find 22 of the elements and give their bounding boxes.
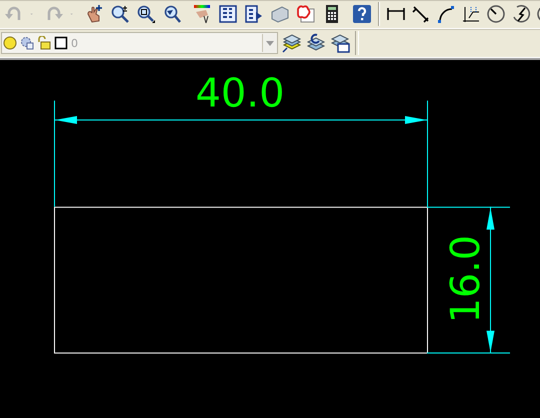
markup-icon[interactable] [296,4,316,24]
properties-grid-icon[interactable] [218,4,238,24]
bulb-icon [3,36,17,50]
design-center-icon[interactable] [244,4,264,24]
zoom-previous-icon[interactable] [162,4,182,24]
aligned-dimension-icon[interactable] [411,4,431,24]
jogged-radius-icon[interactable] [511,4,531,24]
unlocked-padlock-icon [37,36,51,50]
layer-name: 0 [71,36,79,50]
ordinate-icon[interactable] [461,4,481,24]
layer-dropdown[interactable]: 0 [1,32,278,54]
layer-window-icon[interactable] [330,33,350,53]
dimension-text: 16.0 [442,235,490,324]
arc-length-icon[interactable] [436,4,456,24]
zoom-window-icon[interactable] [136,4,156,24]
layer-stack-icon[interactable] [282,33,302,53]
zoom-icon[interactable] [110,4,130,24]
color-swatch-icon [54,36,68,50]
help-icon[interactable] [352,4,372,24]
layer-previous-icon[interactable] [306,33,326,53]
dimension-text: 40.0 [195,70,285,117]
radius-icon[interactable] [486,4,506,24]
